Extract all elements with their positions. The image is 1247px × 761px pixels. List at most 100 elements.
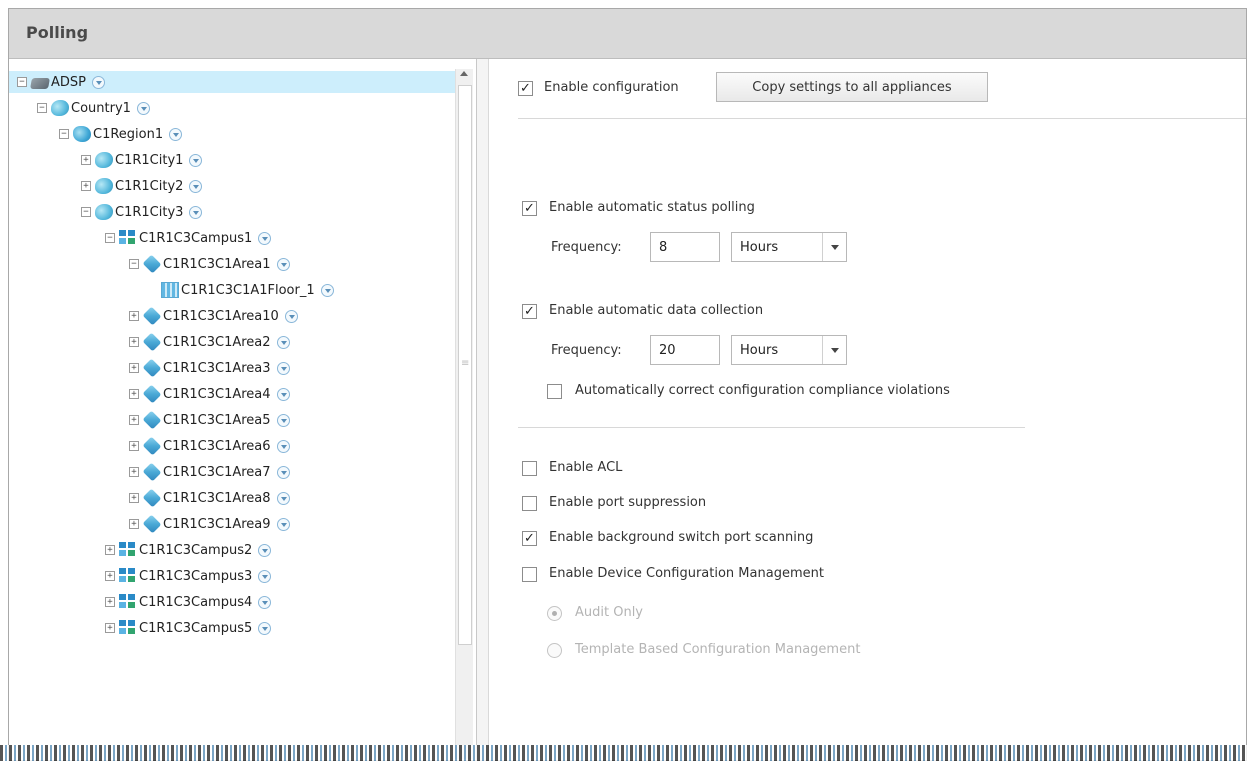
collapse-icon[interactable]: − [105,233,115,243]
tree-node[interactable]: + C1R1City2 [81,175,203,197]
tree-node-label: C1R1City1 [115,152,184,168]
node-menu-chevron-icon[interactable] [258,595,272,609]
tree-node[interactable]: + C1R1C3C1Area8 [129,487,290,509]
expand-icon[interactable]: + [105,623,115,633]
tree-node[interactable]: + C1R1C3C1Area6 [129,435,290,457]
node-menu-chevron-icon[interactable] [320,283,334,297]
tree-node[interactable]: − C1R1City3 [81,201,203,223]
panel-splitter[interactable] [477,59,489,760]
expand-icon[interactable]: + [129,337,139,347]
status-unit-select[interactable]: Hours [731,232,847,262]
tree-node[interactable]: + C1R1C3Campus3 [105,565,272,587]
tree-node-label: C1R1C3C1Area2 [163,334,271,350]
tree-node[interactable]: − C1Region1 [59,123,183,145]
tree-node[interactable]: + C1R1C3C1Area7 [129,461,290,483]
collapse-icon[interactable]: − [59,129,69,139]
device-config-mgmt-checkbox[interactable] [522,567,537,582]
node-menu-chevron-icon[interactable] [169,127,183,141]
expand-icon[interactable]: + [129,467,139,477]
scroll-up-icon[interactable] [460,71,468,76]
tree-scrollbar[interactable] [455,69,473,759]
collapse-icon[interactable]: − [81,207,91,217]
data-collection-checkbox[interactable] [522,304,537,319]
auto-correct-label: Automatically correct configuration comp… [575,383,950,398]
expand-icon[interactable]: + [105,597,115,607]
country-icon [95,204,113,220]
enable-acl-checkbox[interactable] [522,461,537,476]
audit-only-radio[interactable] [547,606,562,621]
collapse-icon[interactable]: − [17,77,27,87]
node-menu-chevron-icon[interactable] [276,439,290,453]
node-menu-chevron-icon[interactable] [189,205,203,219]
node-menu-chevron-icon[interactable] [189,179,203,193]
expand-icon[interactable]: + [105,545,115,555]
tree-node[interactable]: + C1R1C3C1Area4 [129,383,290,405]
tree-node[interactable]: + C1R1C3C1Area5 [129,409,290,431]
node-menu-chevron-icon[interactable] [258,621,272,635]
node-menu-chevron-icon[interactable] [276,517,290,531]
expand-icon[interactable]: + [129,441,139,451]
data-frequency-input[interactable]: 20 [650,335,720,365]
expand-icon[interactable]: + [129,519,139,529]
area-icon [142,488,162,508]
collapse-icon[interactable]: − [129,259,139,269]
expand-icon[interactable]: + [81,181,91,191]
node-menu-chevron-icon[interactable] [276,465,290,479]
expand-icon[interactable]: + [129,311,139,321]
tree-node[interactable]: − ADSP [9,71,455,93]
campus-icon [119,594,137,610]
expand-icon[interactable]: + [129,363,139,373]
status-polling-checkbox[interactable] [522,201,537,216]
expand-icon[interactable]: + [129,493,139,503]
switch-port-scanning-label: Enable background switch port scanning [549,530,814,545]
enable-configuration-label: Enable configuration [544,80,679,95]
expand-icon[interactable]: + [105,571,115,581]
tree-node[interactable]: + C1R1C3Campus5 [105,617,272,639]
tree-node[interactable]: + C1R1C3C1Area10 [129,305,298,327]
node-menu-chevron-icon[interactable] [276,413,290,427]
auto-correct-checkbox[interactable] [547,384,562,399]
tree-node[interactable]: − C1R1C3Campus1 [105,227,272,249]
copy-settings-button[interactable]: Copy settings to all appliances [716,72,988,102]
appliance-icon [30,77,50,89]
tree-node[interactable]: + C1R1C3C1Area3 [129,357,290,379]
area-icon [142,332,162,352]
scrollbar-thumb[interactable] [458,85,472,645]
tree-node[interactable]: + C1R1C3C1Area2 [129,331,290,353]
tree-panel: − ADSP − Country1 − C1Region1 + C1R1City1 + C1R1C… [9,59,477,760]
node-menu-chevron-icon[interactable] [258,231,272,245]
node-menu-chevron-icon[interactable] [276,257,290,271]
node-menu-chevron-icon[interactable] [276,335,290,349]
tree-node[interactable]: − C1R1C3C1Area1 [129,253,290,275]
tree-node[interactable]: − Country1 [37,97,150,119]
tree-node-label: C1R1C3C1Area5 [163,412,271,428]
node-menu-chevron-icon[interactable] [258,569,272,583]
expand-icon[interactable]: + [81,155,91,165]
node-menu-chevron-icon[interactable] [276,491,290,505]
area-icon [142,462,162,482]
tree-node[interactable]: + C1R1C3Campus2 [105,539,272,561]
tree-node[interactable]: + C1R1C3Campus4 [105,591,272,613]
collapse-icon[interactable]: − [37,103,47,113]
switch-port-scanning-checkbox[interactable] [522,531,537,546]
template-based-radio[interactable] [547,643,562,658]
node-menu-chevron-icon[interactable] [276,361,290,375]
status-frequency-input[interactable]: 8 [650,232,720,262]
node-menu-chevron-icon[interactable] [136,101,150,115]
area-icon [142,410,162,430]
tree-node[interactable]: + C1R1C3C1Area9 [129,513,290,535]
tree-node-label: ADSP [51,74,86,90]
node-menu-chevron-icon[interactable] [258,543,272,557]
tree-node[interactable]: C1R1C3C1A1Floor_1 [161,279,334,301]
node-menu-chevron-icon[interactable] [284,309,298,323]
node-menu-chevron-icon[interactable] [189,153,203,167]
expand-icon[interactable]: + [129,415,139,425]
node-menu-chevron-icon[interactable] [92,75,105,89]
tree-node-label: C1R1C3C1Area3 [163,360,271,376]
expand-icon[interactable]: + [129,389,139,399]
data-unit-select[interactable]: Hours [731,335,847,365]
enable-configuration-checkbox[interactable] [518,81,533,96]
tree-node[interactable]: + C1R1City1 [81,149,203,171]
port-suppression-checkbox[interactable] [522,496,537,511]
node-menu-chevron-icon[interactable] [276,387,290,401]
